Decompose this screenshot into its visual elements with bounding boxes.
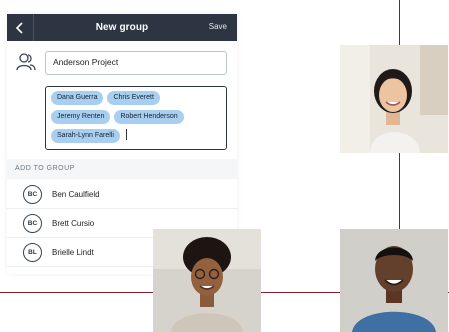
contact-row[interactable]: BC Ben Caulfield — [7, 180, 237, 209]
member-chip[interactable]: Jeremy Renten — [51, 110, 111, 124]
portrait-photo-man-smiling — [340, 229, 448, 332]
member-chip[interactable]: Robert Henderson — [114, 110, 184, 124]
portrait-photo-woman-glasses — [153, 229, 261, 332]
avatar: BC — [23, 213, 42, 233]
members-field[interactable]: Dana Guerra Chris Everett Jeremy Renten … — [45, 86, 227, 150]
back-button[interactable] — [7, 14, 34, 41]
group-icon — [16, 53, 36, 71]
page-title: New group — [95, 22, 149, 33]
member-chip[interactable]: Sarah-Lynn Farelli — [51, 129, 120, 143]
avatar: BL — [23, 242, 42, 262]
avatar: BC — [23, 184, 42, 204]
add-to-group-header: ADD TO GROUP — [7, 159, 237, 179]
group-name-row: Anderson Project — [7, 41, 237, 85]
portrait-photo-woman-smiling — [340, 45, 448, 153]
member-chips: Dana Guerra Chris Everett Jeremy Renten … — [51, 91, 221, 143]
member-chip[interactable]: Chris Everett — [107, 91, 160, 105]
header-bar: New group Save — [7, 14, 237, 41]
chevron-left-icon — [15, 21, 23, 34]
contact-name: Ben Caulfield — [52, 189, 100, 199]
member-chip[interactable]: Dana Guerra — [51, 91, 104, 105]
contact-name: Brielle Lindt — [52, 247, 94, 257]
group-name-input[interactable]: Anderson Project — [45, 51, 227, 75]
save-button[interactable]: Save — [209, 22, 227, 31]
decorative-line-top — [399, 0, 400, 45]
text-cursor — [125, 129, 127, 140]
contact-name: Brett Cursio — [52, 218, 95, 228]
decorative-line-middle — [399, 153, 400, 229]
